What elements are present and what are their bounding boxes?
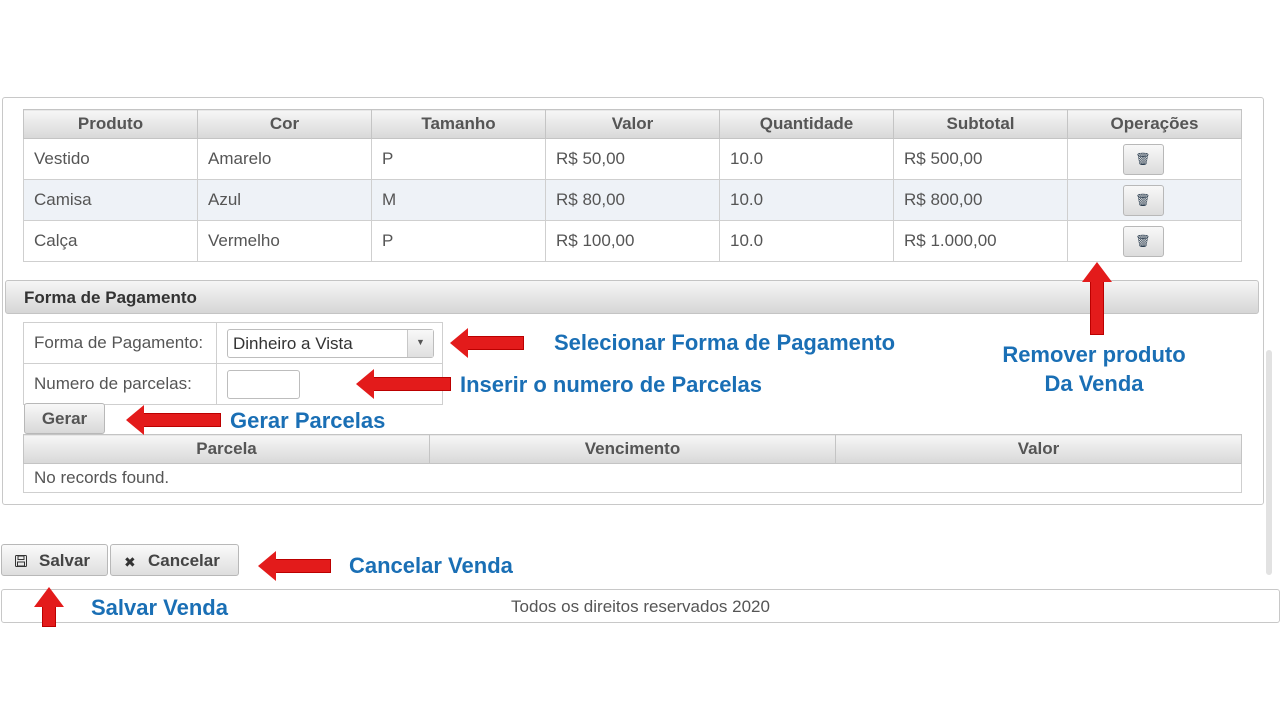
cell-operacoes: 🗑 bbox=[1067, 179, 1242, 221]
arrow-save-sale bbox=[34, 587, 64, 627]
generate-installments-button[interactable]: Gerar bbox=[24, 403, 105, 434]
chevron-down-icon[interactable]: ▼ bbox=[407, 329, 433, 357]
cell-tamanho: P bbox=[371, 138, 546, 180]
cell-quantidade: 10.0 bbox=[719, 220, 894, 262]
annotation-remove-product-line1: Remover produto bbox=[1002, 342, 1186, 367]
table-row: Calça Vermelho P R$ 100,00 10.0 R$ 1.000… bbox=[23, 220, 1242, 262]
arrow-cancel-sale bbox=[258, 551, 331, 581]
cell-subtotal: R$ 1.000,00 bbox=[893, 220, 1068, 262]
annotation-remove-product-line2: Da Venda bbox=[1044, 371, 1144, 396]
installments-table: Parcela Vencimento Valor No records foun… bbox=[23, 434, 1242, 493]
column-header-vencimento[interactable]: Vencimento bbox=[429, 434, 836, 464]
arrow-remove-product bbox=[1082, 262, 1112, 335]
cancel-button-label: Cancelar bbox=[148, 551, 220, 570]
cell-valor: R$ 100,00 bbox=[545, 220, 720, 262]
column-header-valor[interactable]: Valor bbox=[545, 109, 720, 139]
cell-cor: Amarelo bbox=[197, 138, 372, 180]
arrow-select-payment bbox=[450, 328, 524, 358]
cell-operacoes: 🗑 bbox=[1067, 220, 1242, 262]
cell-produto: Calça bbox=[23, 220, 198, 262]
column-header-quantidade[interactable]: Quantidade bbox=[719, 109, 894, 139]
cell-cor: Vermelho bbox=[197, 220, 372, 262]
vertical-scrollbar[interactable] bbox=[1266, 350, 1272, 575]
cell-tamanho: M bbox=[371, 179, 546, 221]
remove-product-button[interactable]: 🗑 bbox=[1122, 143, 1164, 175]
cell-cor: Azul bbox=[197, 179, 372, 221]
payment-method-select[interactable]: Dinheiro a Vista ▼ bbox=[227, 328, 434, 358]
table-row: Vestido Amarelo P R$ 50,00 10.0 R$ 500,0… bbox=[23, 138, 1242, 180]
save-button[interactable]: Salvar bbox=[1, 544, 108, 576]
column-header-subtotal[interactable]: Subtotal bbox=[893, 109, 1068, 139]
close-icon: ✖ bbox=[124, 554, 136, 570]
installments-input[interactable] bbox=[227, 369, 300, 399]
table-row: Camisa Azul M R$ 80,00 10.0 R$ 800,00 🗑 bbox=[23, 179, 1242, 221]
column-header-valor[interactable]: Valor bbox=[835, 434, 1242, 464]
cell-produto: Vestido bbox=[23, 138, 198, 180]
payment-method-value: Dinheiro a Vista bbox=[233, 333, 353, 353]
products-header-row: Produto Cor Tamanho Valor Quantidade Sub… bbox=[23, 109, 1242, 139]
cell-quantidade: 10.0 bbox=[719, 179, 894, 221]
save-button-label: Salvar bbox=[39, 551, 91, 570]
floppy-disk-icon bbox=[15, 554, 27, 570]
column-header-operacoes: Operações bbox=[1067, 109, 1242, 139]
trash-icon: 🗑 bbox=[1135, 233, 1151, 248]
empty-message: No records found. bbox=[23, 463, 1242, 493]
payment-section-header[interactable]: Forma de Pagamento bbox=[5, 280, 1259, 314]
remove-product-button[interactable]: 🗑 bbox=[1122, 225, 1164, 257]
cancel-button[interactable]: ✖ Cancelar bbox=[110, 544, 239, 576]
installments-label: Numero de parcelas: bbox=[23, 363, 217, 405]
cell-subtotal: R$ 800,00 bbox=[893, 179, 1068, 221]
cell-tamanho: P bbox=[371, 220, 546, 262]
annotation-generate-installments: Gerar Parcelas bbox=[230, 408, 386, 433]
cell-produto: Camisa bbox=[23, 179, 198, 221]
trash-icon: 🗑 bbox=[1135, 151, 1151, 166]
annotation-select-payment: Selecionar Forma de Pagamento bbox=[554, 330, 896, 355]
trash-icon: 🗑 bbox=[1135, 192, 1151, 207]
annotation-cancel-sale: Cancelar Venda bbox=[349, 553, 513, 578]
cell-valor: R$ 50,00 bbox=[545, 138, 720, 180]
form-row-method: Forma de Pagamento: Dinheiro a Vista ▼ bbox=[23, 322, 443, 364]
cell-valor: R$ 80,00 bbox=[545, 179, 720, 221]
arrow-generate-installments bbox=[126, 405, 221, 435]
table-row: No records found. bbox=[23, 463, 1242, 493]
remove-product-button[interactable]: 🗑 bbox=[1122, 184, 1164, 216]
annotation-save-sale: Salvar Venda bbox=[91, 595, 228, 620]
cell-subtotal: R$ 500,00 bbox=[893, 138, 1068, 180]
column-header-parcela[interactable]: Parcela bbox=[23, 434, 430, 464]
installments-header-row: Parcela Vencimento Valor bbox=[23, 434, 1242, 464]
annotation-insert-installments: Inserir o numero de Parcelas bbox=[460, 372, 763, 397]
column-header-produto[interactable]: Produto bbox=[23, 109, 198, 139]
payment-method-cell: Dinheiro a Vista ▼ bbox=[216, 322, 443, 364]
column-header-cor[interactable]: Cor bbox=[197, 109, 372, 139]
products-table: Produto Cor Tamanho Valor Quantidade Sub… bbox=[23, 109, 1242, 262]
cell-operacoes: 🗑 bbox=[1067, 138, 1242, 180]
payment-method-label: Forma de Pagamento: bbox=[23, 322, 217, 364]
arrow-insert-installments bbox=[356, 369, 451, 399]
column-header-tamanho[interactable]: Tamanho bbox=[371, 109, 546, 139]
cell-quantidade: 10.0 bbox=[719, 138, 894, 180]
